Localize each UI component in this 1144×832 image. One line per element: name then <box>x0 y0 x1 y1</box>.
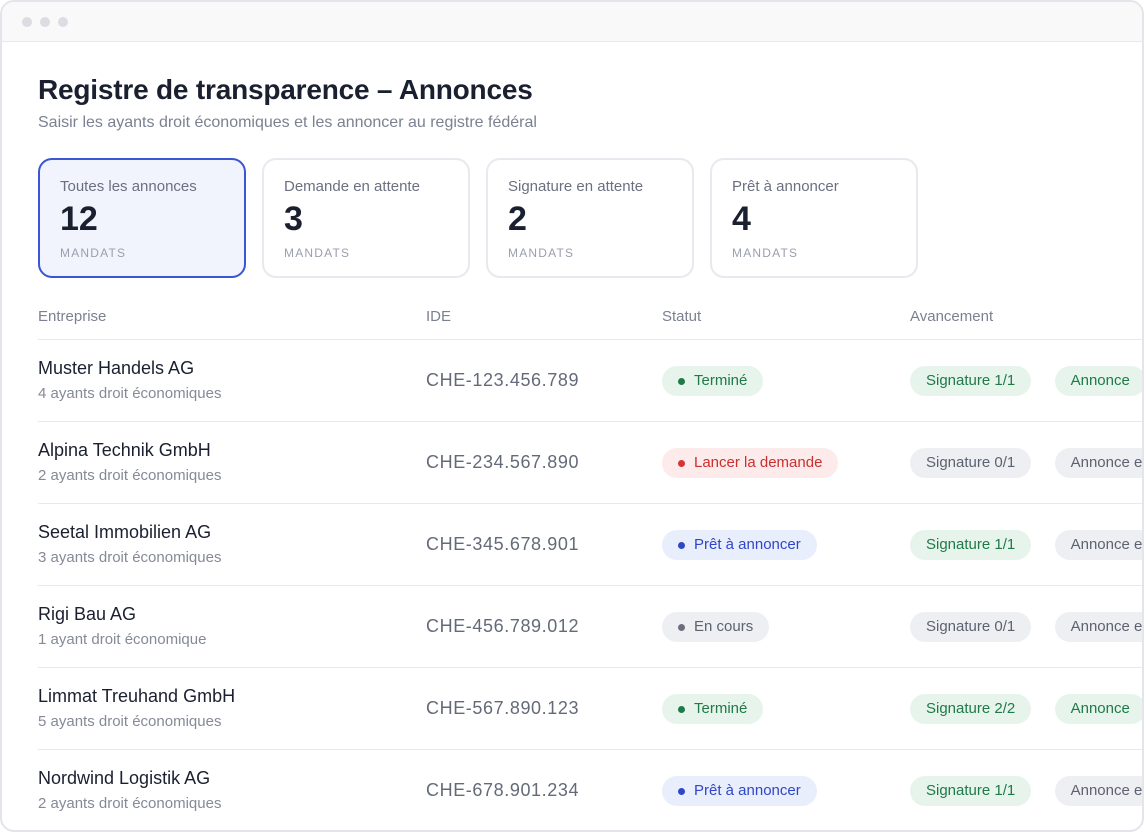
filter-card-all[interactable]: Toutes les annonces 12 MANDATS <box>38 158 246 278</box>
status-dot-icon <box>678 377 685 385</box>
card-unit: MANDATS <box>60 246 127 260</box>
beneficial-owner-count: 5 ayants droit économiques <box>38 713 222 730</box>
status-dot-icon <box>678 459 685 467</box>
signature-progress-badge: Signature 1/1 <box>910 776 1032 806</box>
filter-card-request-pending[interactable]: Demande en attente 3 MANDATS <box>262 158 470 278</box>
company-name[interactable]: Limmat Treuhand GmbH <box>38 686 235 707</box>
card-label: Demande en attente <box>284 178 420 195</box>
filter-card-ready[interactable]: Prêt à annoncer 4 MANDATS <box>710 158 918 278</box>
column-header-entreprise[interactable]: Entreprise <box>38 308 106 325</box>
signature-progress-badge: Signature 1/1 <box>910 530 1032 560</box>
card-label: Signature en attente <box>508 178 644 195</box>
filter-card-signature-pending[interactable]: Signature en attente 2 MANDATS <box>486 158 694 278</box>
status-badge[interactable]: Terminé <box>662 366 764 396</box>
status-badge[interactable]: Prêt à annoncer <box>662 776 817 806</box>
company-name[interactable]: Seetal Immobilien AG <box>38 522 211 543</box>
beneficial-owner-count: 1 ayant droit économique <box>38 631 207 648</box>
card-count: 4 <box>732 200 751 238</box>
table-row[interactable]: Alpina Technik GmbH 2 ayants droit économ… <box>2 422 1142 504</box>
title-bar <box>2 2 1142 42</box>
status-label: Terminé <box>694 700 748 717</box>
ide-number: CHE-678.901.234 <box>426 780 580 800</box>
beneficial-owner-count: 2 ayants droit économiques <box>38 795 222 812</box>
status-dot-icon <box>678 705 685 713</box>
signature-progress-badge: Signature 2/2 <box>910 694 1032 724</box>
page-title: Registre de transparence – Annonces <box>38 74 533 105</box>
window-control-dot[interactable] <box>58 17 68 27</box>
status-badge[interactable]: En cours <box>662 612 770 642</box>
beneficial-owner-count: 2 ayants droit économiques <box>38 467 222 484</box>
window-control-dot[interactable] <box>22 17 32 27</box>
signature-progress-badge: Signature 0/1 <box>910 448 1032 478</box>
ide-number: CHE-234.567.890 <box>426 452 580 472</box>
company-name[interactable]: Rigi Bau AG <box>38 604 136 625</box>
beneficial-owner-count: 4 ayants droit économiques <box>38 385 222 402</box>
signature-progress-badge: Signature 0/1 <box>910 612 1032 642</box>
card-count: 2 <box>508 200 527 238</box>
column-header-statut[interactable]: Statut <box>662 308 701 325</box>
announcement-progress-badge: Annonce <box>1054 694 1142 724</box>
column-header-ide[interactable]: IDE <box>426 308 451 325</box>
status-label: Prêt à annoncer <box>694 536 801 553</box>
ide-number: CHE-567.890.123 <box>426 698 580 718</box>
announcement-progress-badge: Annonce <box>1054 366 1142 396</box>
card-unit: MANDATS <box>732 246 799 260</box>
table-row[interactable]: Rigi Bau AG 1 ayant droit économique CHE-4… <box>2 586 1142 668</box>
ide-number: CHE-345.678.901 <box>426 534 580 554</box>
card-label: Prêt à annoncer <box>732 178 839 195</box>
card-count: 3 <box>284 200 303 238</box>
ide-number: CHE-123.456.789 <box>426 370 580 390</box>
card-unit: MANDATS <box>284 246 351 260</box>
column-header-avancement[interactable]: Avancement <box>910 308 993 325</box>
table-row[interactable]: Muster Handels AG 4 ayants droit économiq… <box>2 340 1142 422</box>
table-row[interactable]: Nordwind Logistik AG 2 ayants droit écono… <box>2 750 1142 830</box>
status-label: Terminé <box>694 372 748 389</box>
status-label: En cours <box>694 618 754 635</box>
announcement-progress-badge: Annonce en <box>1054 530 1142 560</box>
announcement-progress-badge: Annonce en <box>1054 776 1142 806</box>
status-badge[interactable]: Lancer la demande <box>662 448 839 478</box>
beneficial-owner-count: 3 ayants droit économiques <box>38 549 222 566</box>
status-label: Prêt à annoncer <box>694 782 801 799</box>
company-name[interactable]: Nordwind Logistik AG <box>38 768 210 789</box>
signature-progress-badge: Signature 1/1 <box>910 366 1032 396</box>
status-dot-icon <box>678 787 685 795</box>
ide-number: CHE-456.789.012 <box>426 616 580 636</box>
announcement-progress-badge: Annonce en <box>1054 448 1142 478</box>
status-badge[interactable]: Prêt à annoncer <box>662 530 817 560</box>
table-row[interactable]: Seetal Immobilien AG 3 ayants droit écono… <box>2 504 1142 586</box>
table-row[interactable]: Limmat Treuhand GmbH 5 ayants droit écono… <box>2 668 1142 750</box>
page-subtitle: Saisir les ayants droit économiques et l… <box>38 114 537 131</box>
status-badge[interactable]: Terminé <box>662 694 764 724</box>
card-label: Toutes les annonces <box>60 178 197 195</box>
card-count: 12 <box>60 200 98 238</box>
window-control-dot[interactable] <box>40 17 50 27</box>
card-unit: MANDATS <box>508 246 575 260</box>
app-window: Registre de transparence – Annonces Sais… <box>0 0 1144 832</box>
company-name[interactable]: Muster Handels AG <box>38 358 194 379</box>
company-name[interactable]: Alpina Technik GmbH <box>38 440 211 461</box>
status-label: Lancer la demande <box>694 454 823 471</box>
status-dot-icon <box>678 541 685 549</box>
status-dot-icon <box>678 623 685 631</box>
announcement-progress-badge: Annonce en <box>1054 612 1142 642</box>
